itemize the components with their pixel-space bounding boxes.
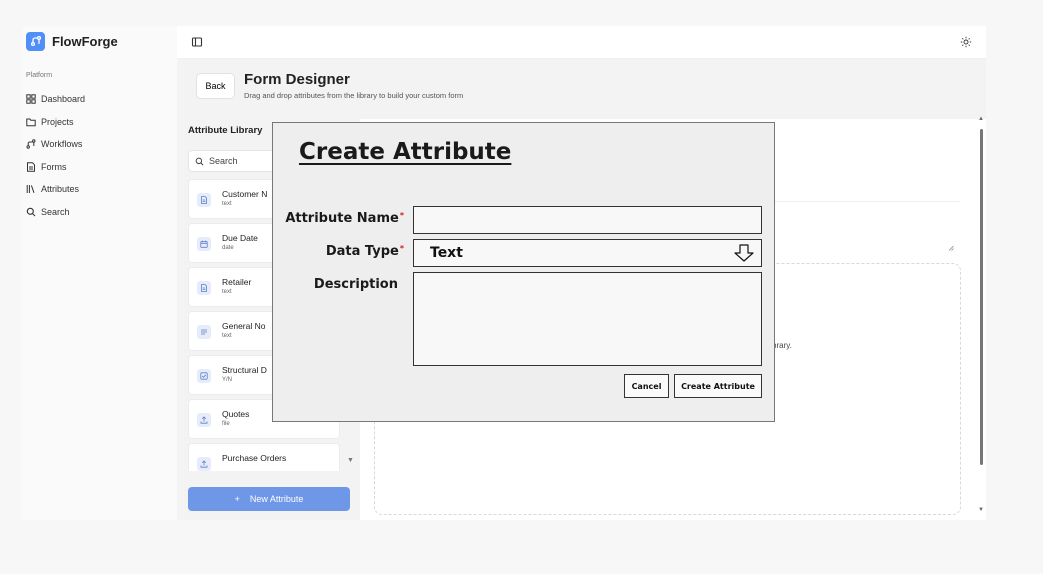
- library-icon: [26, 185, 35, 194]
- search-icon: [195, 157, 204, 165]
- search-icon: [26, 207, 36, 217]
- paragraph-icon: [197, 325, 211, 339]
- grid-icon: [26, 94, 36, 104]
- data-type-select[interactable]: Text: [413, 239, 762, 267]
- sidebar-item-search[interactable]: Search: [26, 201, 171, 224]
- scroll-up-icon[interactable]: ▲: [978, 116, 984, 122]
- arrow-down-icon: [734, 244, 754, 262]
- top-bar: [177, 26, 986, 59]
- sidebar-item-forms[interactable]: Forms: [26, 156, 171, 179]
- sidebar-item-label: Projects: [41, 116, 74, 127]
- new-attribute-label: New Attribute: [249, 494, 304, 504]
- library-item-name: Due Date: [222, 233, 258, 243]
- required-mark: *: [399, 211, 404, 220]
- sidebar-item-label: Workflows: [41, 139, 83, 150]
- cancel-button[interactable]: Cancel: [624, 374, 669, 398]
- resize-grip-icon[interactable]: [948, 245, 954, 251]
- back-button[interactable]: Back: [196, 73, 235, 99]
- sidebar: FlowForge Platform Dashboard Projects Wo…: [22, 26, 177, 520]
- library-item-name: Customer N: [222, 189, 268, 199]
- plus-icon: +: [234, 494, 240, 504]
- attribute-name-field[interactable]: [413, 206, 762, 234]
- create-attribute-button[interactable]: Create Attribute: [674, 374, 762, 398]
- sidebar-toggle-icon[interactable]: [191, 36, 203, 48]
- sidebar-item-label: Search: [41, 206, 70, 217]
- library-item-type: file: [222, 421, 230, 427]
- description-field[interactable]: [413, 272, 762, 366]
- library-scroll-down-icon[interactable]: ▼: [347, 457, 354, 464]
- sidebar-item-projects[interactable]: Projects: [26, 111, 171, 134]
- library-item-name: Structural D: [222, 365, 267, 375]
- library-item-name: General No: [222, 321, 266, 331]
- sidebar-item-label: Attributes: [41, 184, 80, 195]
- library-item-type: Y/N: [222, 377, 233, 383]
- data-type-value: Text: [430, 245, 463, 261]
- sidebar-section-label: Platform: [26, 72, 53, 79]
- scrollbar-thumb[interactable]: [980, 129, 983, 465]
- library-item-name: Purchase Orders: [222, 453, 287, 463]
- search-placeholder: Search: [209, 156, 238, 166]
- sidebar-item-dashboard[interactable]: Dashboard: [26, 88, 171, 111]
- document-icon: [197, 193, 211, 207]
- upload-icon: [197, 413, 211, 427]
- upload-icon: [197, 457, 211, 471]
- sidebar-item-attributes[interactable]: Attributes: [26, 178, 171, 201]
- create-attribute-dialog: Create Attribute Attribute Name* Data Ty…: [272, 122, 775, 422]
- sidebar-item-label: Forms: [41, 161, 67, 172]
- calendar-icon: [197, 237, 211, 251]
- document-icon: [197, 281, 211, 295]
- data-type-label: Data Type*: [325, 244, 404, 259]
- new-attribute-button[interactable]: + New Attribute: [188, 487, 350, 511]
- description-label: Description: [313, 277, 398, 292]
- library-item-type: text: [222, 289, 232, 295]
- page-subtitle: Drag and drop attributes from the librar…: [244, 91, 464, 100]
- library-item[interactable]: Purchase Orders: [188, 443, 340, 471]
- page-title: Form Designer: [244, 71, 350, 88]
- sun-icon[interactable]: [960, 36, 972, 48]
- library-item-name: Retailer: [222, 277, 252, 287]
- app-name: FlowForge: [52, 33, 118, 49]
- attribute-name-label: Attribute Name*: [285, 211, 404, 226]
- folder-icon: [26, 118, 36, 127]
- checkbox-icon: [197, 369, 211, 383]
- required-mark: *: [399, 244, 404, 253]
- form-icon: [27, 162, 35, 172]
- sidebar-nav: Dashboard Projects Workflows Forms Attri…: [26, 88, 171, 223]
- canvas-scrollbar[interactable]: ▲ ▼: [977, 116, 986, 520]
- library-item-type: date: [222, 245, 234, 251]
- library-item-type: text: [222, 201, 232, 207]
- sidebar-item-label: Dashboard: [41, 94, 86, 105]
- brand[interactable]: FlowForge: [26, 30, 118, 52]
- flowforge-logo-icon: [26, 31, 45, 51]
- library-item-type: text: [222, 333, 232, 339]
- scroll-down-icon[interactable]: ▼: [978, 507, 984, 513]
- sidebar-item-workflows[interactable]: Workflows: [26, 133, 171, 156]
- workflow-icon: [26, 139, 36, 149]
- library-title: Attribute Library: [188, 125, 263, 136]
- dialog-title: Create Attribute: [299, 139, 512, 165]
- library-item-name: Quotes: [222, 409, 250, 419]
